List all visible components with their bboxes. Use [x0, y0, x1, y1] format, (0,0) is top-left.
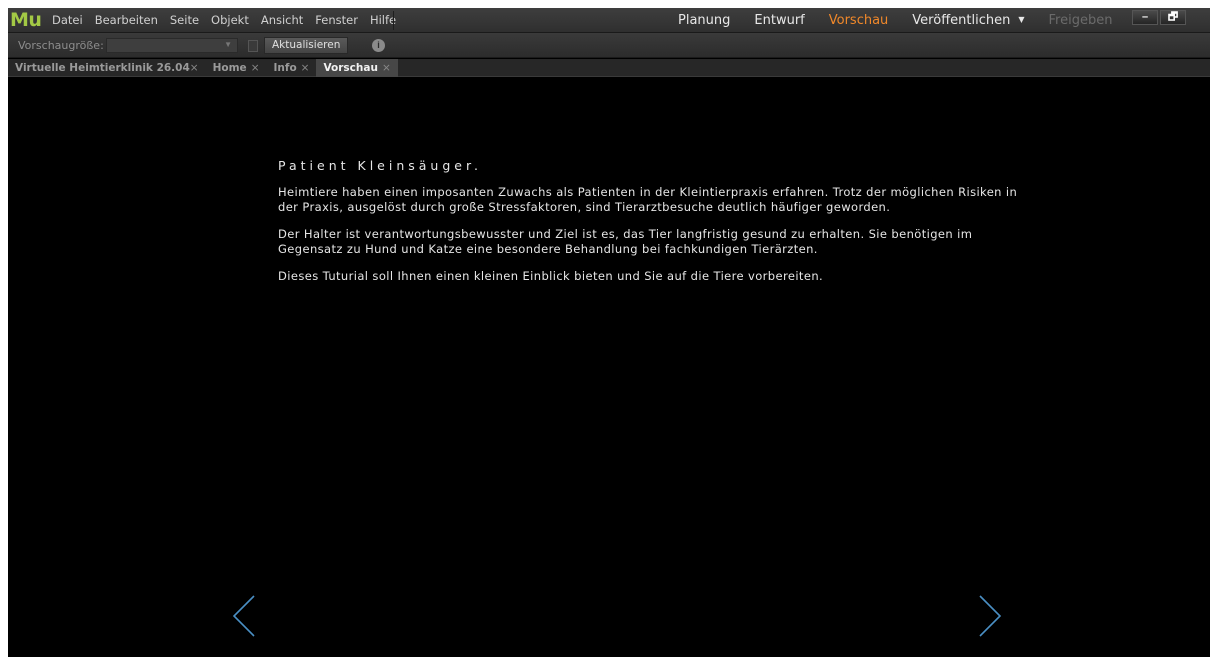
mode-share[interactable]: Freigeben [1049, 13, 1113, 28]
tab-label: Info [273, 62, 297, 74]
muse-window: Mu Datei Bearbeiten Seite Objekt Ansicht… [8, 8, 1210, 657]
menu-seite[interactable]: Seite [170, 13, 199, 27]
menu-divider [393, 11, 394, 30]
tab-home[interactable]: Home × [206, 59, 267, 77]
info-icon[interactable]: i [372, 39, 385, 52]
mode-planning[interactable]: Planung [678, 13, 730, 28]
mode-design[interactable]: Entwurf [754, 13, 804, 28]
tab-label: Virtuelle Heimtierklinik 26.04 [15, 62, 190, 74]
close-icon[interactable]: × [382, 62, 391, 74]
mode-publish-label: Veröffentlichen [912, 13, 1011, 28]
document-tabs: Virtuelle Heimtierklinik 26.04 × Home × In… [8, 59, 1210, 77]
close-icon[interactable]: × [301, 62, 310, 74]
close-icon[interactable]: × [190, 62, 199, 74]
tab-virtuelle-heimtierklinik[interactable]: Virtuelle Heimtierklinik 26.04 × [8, 59, 206, 77]
preview-canvas: Patient Kleinsäuger. Heimtiere haben ein… [8, 78, 1210, 657]
minimize-button[interactable]: – [1132, 10, 1158, 25]
menu-bearbeiten[interactable]: Bearbeiten [95, 13, 158, 27]
paragraph-owner: Der Halter ist verantwortungsbewusster u… [278, 227, 973, 256]
chevron-down-icon: ▼ [1018, 15, 1025, 24]
preview-size-label: Vorschaugröße: [18, 39, 104, 52]
page-text-block: Patient Kleinsäuger. Heimtiere haben ein… [278, 158, 1038, 296]
chevron-right-icon[interactable] [976, 594, 1004, 638]
menu-objekt[interactable]: Objekt [211, 13, 249, 27]
mode-switcher: Planung Entwurf Vorschau Veröffentlichen… [678, 8, 1136, 33]
mode-preview[interactable]: Vorschau [829, 13, 889, 28]
preview-size-select[interactable]: ▼ [106, 38, 238, 53]
tab-vorschau[interactable]: Vorschau × [316, 59, 398, 77]
window-controls: – 🗗 [1132, 10, 1188, 25]
chevron-down-icon: ▼ [224, 40, 232, 49]
mode-publish[interactable]: Veröffentlichen ▼ [912, 13, 1024, 28]
chevron-left-icon[interactable] [230, 594, 258, 638]
refresh-button[interactable]: Aktualisieren [264, 37, 349, 54]
menu-bar: Mu Datei Bearbeiten Seite Objekt Ansicht… [8, 8, 1210, 33]
preview-toolbar: Vorschaugröße: ▼ Aktualisieren i [8, 33, 1210, 58]
menu-fenster[interactable]: Fenster [315, 13, 358, 27]
page-title: Patient Kleinsäuger. [278, 158, 482, 173]
tab-label: Home [212, 62, 247, 74]
menu-ansicht[interactable]: Ansicht [261, 13, 303, 27]
tab-label: Vorschau [323, 62, 378, 74]
paragraph-tutorial: Dieses Tuturial soll Ihnen einen kleinen… [278, 269, 824, 283]
tab-info[interactable]: Info × [267, 59, 317, 77]
page-icon[interactable] [248, 40, 258, 52]
close-icon[interactable]: × [251, 62, 260, 74]
menu-datei[interactable]: Datei [52, 13, 83, 27]
paragraph-intro: Heimtiere haben einen imposanten Zuwachs… [278, 185, 1018, 214]
app-logo: Mu [10, 9, 42, 31]
restore-button[interactable]: 🗗 [1160, 10, 1186, 25]
